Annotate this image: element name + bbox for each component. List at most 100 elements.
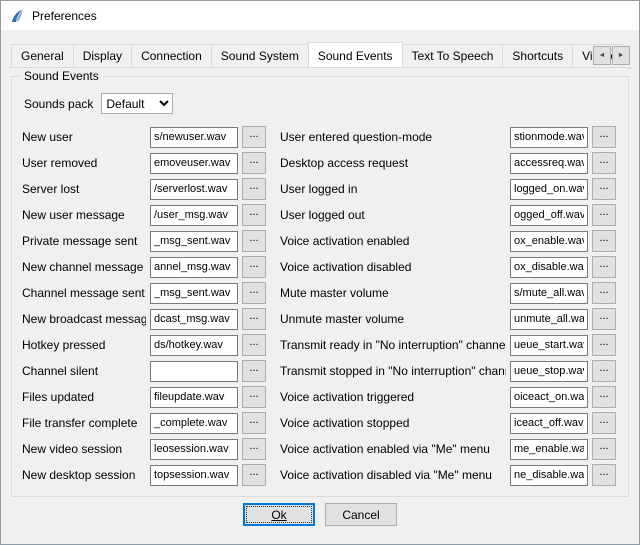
sound-file-input[interactable] bbox=[150, 361, 238, 382]
sound-file-input[interactable] bbox=[150, 465, 238, 486]
sound-file-input[interactable] bbox=[510, 335, 588, 356]
browse-button[interactable]: ... bbox=[242, 360, 266, 382]
browse-button[interactable]: ... bbox=[592, 282, 616, 304]
sound-event-row: Mute master volume... bbox=[280, 280, 616, 306]
tab-connection[interactable]: Connection bbox=[131, 44, 212, 67]
tab-general[interactable]: General bbox=[11, 44, 74, 67]
sound-file-input[interactable] bbox=[510, 205, 588, 226]
dialog-footer: Ok Cancel bbox=[9, 497, 631, 544]
browse-button[interactable]: ... bbox=[592, 386, 616, 408]
sound-file-input[interactable] bbox=[150, 179, 238, 200]
sound-event-label: Transmit stopped in "No interruption" ch… bbox=[280, 364, 506, 378]
browse-button[interactable]: ... bbox=[242, 464, 266, 486]
sound-event-row: Voice activation enabled via "Me" menu..… bbox=[280, 436, 616, 462]
tab-sound-system[interactable]: Sound System bbox=[211, 44, 309, 67]
sound-file-input[interactable] bbox=[510, 465, 588, 486]
browse-button[interactable]: ... bbox=[242, 178, 266, 200]
sound-event-row: Voice activation disabled via "Me" menu.… bbox=[280, 462, 616, 488]
tab-sound-events[interactable]: Sound Events bbox=[308, 42, 403, 68]
sound-event-label: Hotkey pressed bbox=[22, 338, 146, 352]
browse-button[interactable]: ... bbox=[592, 438, 616, 460]
tab-text-to-speech[interactable]: Text To Speech bbox=[402, 44, 504, 67]
sound-file-input[interactable] bbox=[150, 413, 238, 434]
sound-file-input[interactable] bbox=[510, 283, 588, 304]
sound-file-input[interactable] bbox=[510, 153, 588, 174]
tab-scroll-right-button[interactable]: ► bbox=[612, 46, 630, 65]
browse-button[interactable]: ... bbox=[592, 464, 616, 486]
browse-button[interactable]: ... bbox=[242, 334, 266, 356]
sound-event-label: Voice activation disabled via "Me" menu bbox=[280, 468, 506, 482]
sound-events-group: Sound Events Sounds pack Default New use… bbox=[11, 76, 629, 497]
sound-event-label: User removed bbox=[22, 156, 146, 170]
browse-button[interactable]: ... bbox=[592, 256, 616, 278]
tab-scroll-controls: ◄ ► bbox=[592, 46, 630, 65]
sound-event-row: Voice activation enabled... bbox=[280, 228, 616, 254]
sound-events-columns: New user...User removed...Server lost...… bbox=[22, 124, 618, 488]
sound-event-row: Hotkey pressed... bbox=[22, 332, 266, 358]
browse-button[interactable]: ... bbox=[592, 360, 616, 382]
tab-bar: GeneralDisplayConnectionSound SystemSoun… bbox=[9, 42, 631, 68]
sound-file-input[interactable] bbox=[510, 127, 588, 148]
sound-event-label: New user message bbox=[22, 208, 146, 222]
sound-event-label: Voice activation enabled bbox=[280, 234, 506, 248]
sound-file-input[interactable] bbox=[510, 309, 588, 330]
sound-file-input[interactable] bbox=[150, 387, 238, 408]
browse-button[interactable]: ... bbox=[242, 282, 266, 304]
sound-file-input[interactable] bbox=[150, 257, 238, 278]
sound-event-row: Voice activation triggered... bbox=[280, 384, 616, 410]
browse-button[interactable]: ... bbox=[592, 230, 616, 252]
sound-file-input[interactable] bbox=[150, 439, 238, 460]
browse-button[interactable]: ... bbox=[242, 152, 266, 174]
sound-event-label: New video session bbox=[22, 442, 146, 456]
sound-event-label: User entered question-mode bbox=[280, 130, 506, 144]
browse-button[interactable]: ... bbox=[242, 256, 266, 278]
browse-button[interactable]: ... bbox=[592, 126, 616, 148]
browse-button[interactable]: ... bbox=[242, 308, 266, 330]
browse-button[interactable]: ... bbox=[242, 230, 266, 252]
tab-shortcuts[interactable]: Shortcuts bbox=[502, 44, 573, 67]
browse-button[interactable]: ... bbox=[592, 152, 616, 174]
sound-file-input[interactable] bbox=[150, 153, 238, 174]
browse-button[interactable]: ... bbox=[242, 386, 266, 408]
sound-file-input[interactable] bbox=[150, 309, 238, 330]
sound-file-input[interactable] bbox=[510, 231, 588, 252]
browse-button[interactable]: ... bbox=[242, 204, 266, 226]
sound-event-label: Voice activation stopped bbox=[280, 416, 506, 430]
browse-button[interactable]: ... bbox=[242, 126, 266, 148]
ok-button[interactable]: Ok bbox=[243, 503, 315, 526]
tab-scroll-left-button[interactable]: ◄ bbox=[593, 46, 611, 65]
sound-file-input[interactable] bbox=[510, 439, 588, 460]
sound-file-input[interactable] bbox=[150, 231, 238, 252]
sound-file-input[interactable] bbox=[510, 179, 588, 200]
sound-file-input[interactable] bbox=[510, 257, 588, 278]
browse-button[interactable]: ... bbox=[592, 204, 616, 226]
sound-file-input[interactable] bbox=[150, 127, 238, 148]
sounds-pack-select[interactable]: Default bbox=[101, 93, 173, 114]
sound-file-input[interactable] bbox=[150, 205, 238, 226]
sound-event-row: Unmute master volume... bbox=[280, 306, 616, 332]
tab-display[interactable]: Display bbox=[73, 44, 132, 67]
sound-event-label: New channel message bbox=[22, 260, 146, 274]
browse-button[interactable]: ... bbox=[592, 334, 616, 356]
sound-event-row: Server lost... bbox=[22, 176, 266, 202]
sound-file-input[interactable] bbox=[510, 361, 588, 382]
sound-event-row: Desktop access request... bbox=[280, 150, 616, 176]
sound-event-row: New user message... bbox=[22, 202, 266, 228]
browse-button[interactable]: ... bbox=[592, 308, 616, 330]
sound-events-left-column: New user...User removed...Server lost...… bbox=[22, 124, 266, 488]
sound-event-label: Voice activation enabled via "Me" menu bbox=[280, 442, 506, 456]
sounds-pack-row: Sounds pack Default bbox=[24, 93, 618, 114]
cancel-button[interactable]: Cancel bbox=[325, 503, 397, 526]
sound-event-row: Channel message sent... bbox=[22, 280, 266, 306]
browse-button[interactable]: ... bbox=[242, 438, 266, 460]
sound-event-row: User logged out... bbox=[280, 202, 616, 228]
browse-button[interactable]: ... bbox=[592, 178, 616, 200]
sound-event-label: Mute master volume bbox=[280, 286, 506, 300]
sound-file-input[interactable] bbox=[150, 335, 238, 356]
sound-event-row: User entered question-mode... bbox=[280, 124, 616, 150]
browse-button[interactable]: ... bbox=[242, 412, 266, 434]
sound-file-input[interactable] bbox=[510, 387, 588, 408]
sound-file-input[interactable] bbox=[150, 283, 238, 304]
sound-file-input[interactable] bbox=[510, 413, 588, 434]
browse-button[interactable]: ... bbox=[592, 412, 616, 434]
